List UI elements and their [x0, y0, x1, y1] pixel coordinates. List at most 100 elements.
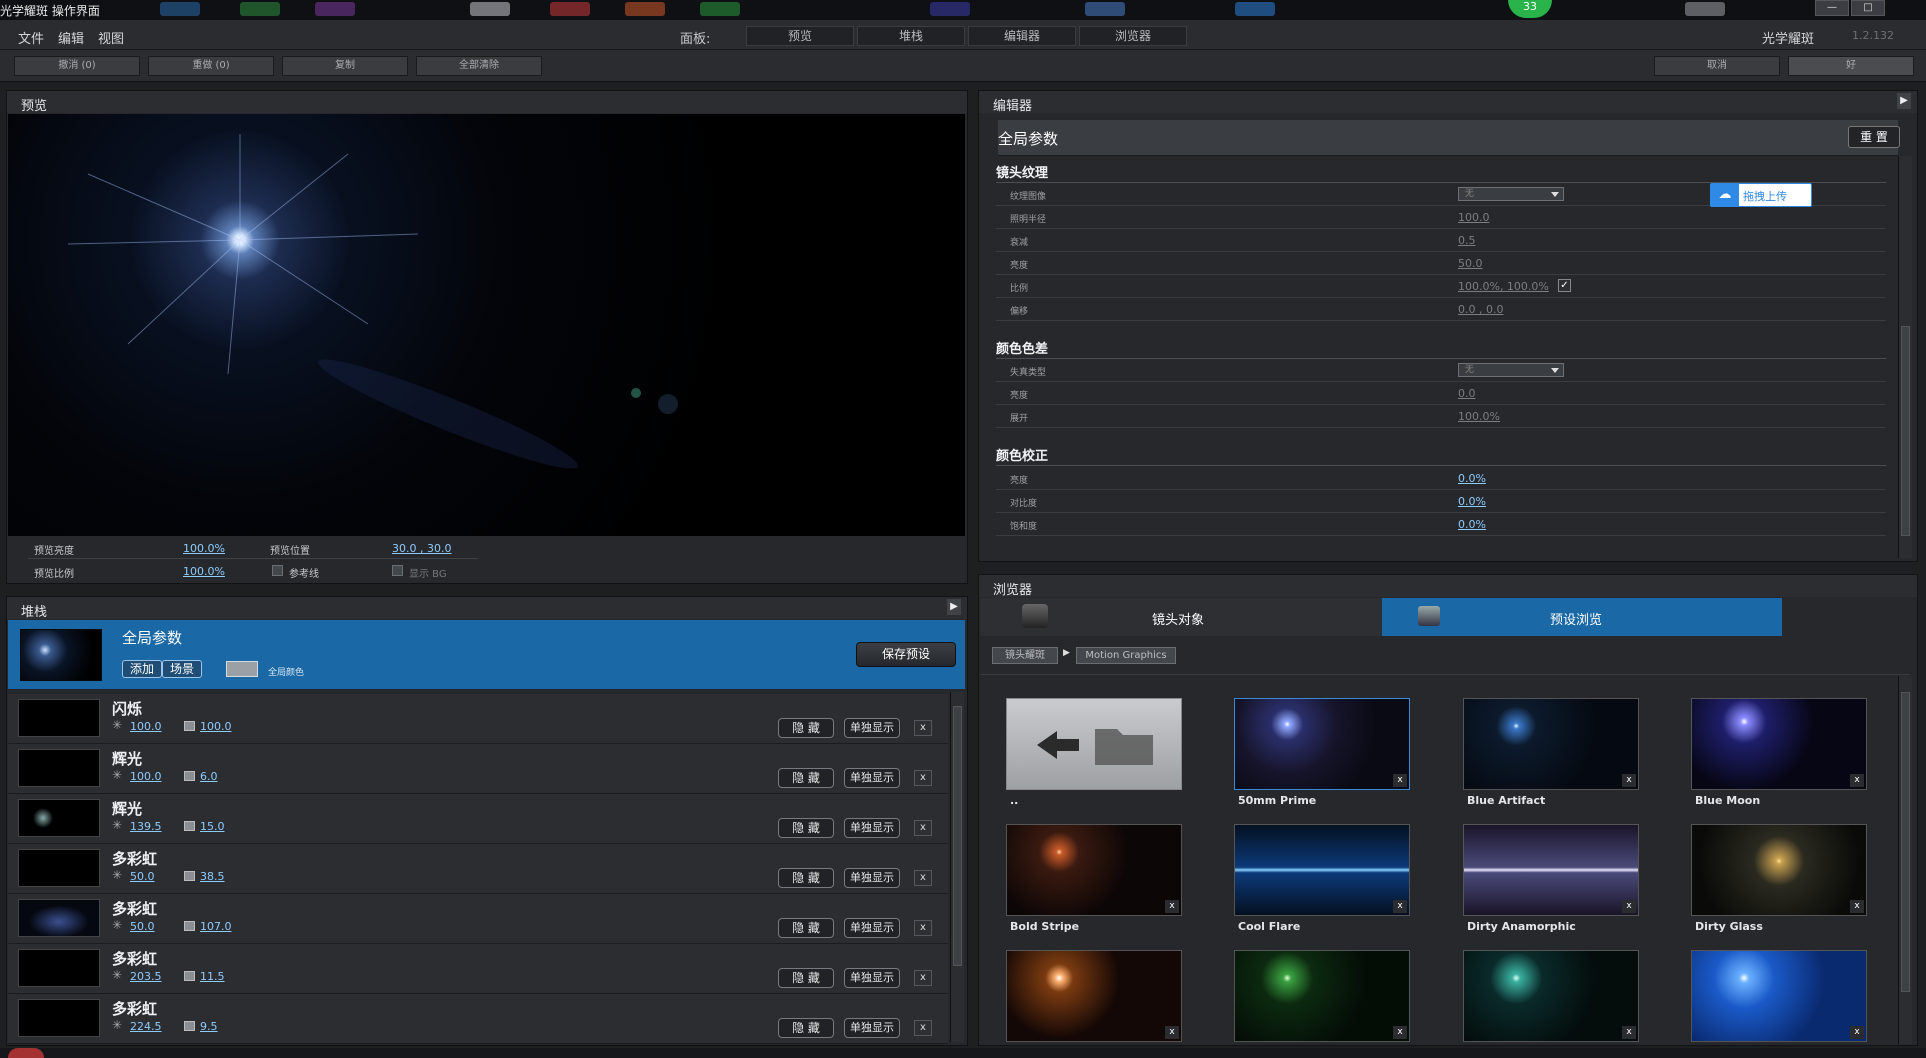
preset-tile[interactable]: x [1234, 824, 1410, 916]
preset-tile[interactable]: x [1691, 824, 1867, 916]
solo-button[interactable]: 单独显示 [844, 718, 900, 738]
stack-row[interactable]: 辉光 ✳ 139.5 15.0 隐 藏 单独显示 x [8, 794, 948, 844]
hide-button[interactable]: 隐 藏 [778, 868, 834, 888]
hide-button[interactable]: 隐 藏 [778, 1018, 834, 1038]
stack-expand-icon[interactable]: ▶ [947, 599, 961, 615]
tile-close-button[interactable]: x [1393, 900, 1407, 913]
editor-scrollbar[interactable] [1898, 156, 1912, 558]
ok-button[interactable]: 好 [1788, 56, 1914, 76]
breadcrumb-current[interactable]: Motion Graphics [1076, 647, 1176, 664]
hide-button[interactable]: 隐 藏 [778, 718, 834, 738]
back-folder-tile[interactable] [1006, 698, 1182, 790]
start-icon[interactable] [8, 1048, 44, 1058]
menu-file[interactable]: 文件 [18, 28, 44, 47]
remove-button[interactable]: x [914, 820, 932, 836]
tab-preset-browser[interactable]: 预设浏览 [1382, 598, 1782, 636]
preset-tile[interactable]: x [1463, 698, 1639, 790]
tab-preview[interactable]: 预览 [746, 26, 854, 46]
stack-row[interactable]: 闪烁 ✳ 100.0 100.0 隐 藏 单独显示 x [8, 694, 948, 744]
notification-badge[interactable]: 33 [1508, 0, 1552, 18]
stack-row[interactable]: 多彩虹 ✳ 50.0 38.5 隐 藏 单独显示 x [8, 844, 948, 894]
stack-row-scale[interactable]: 100.0 [200, 720, 232, 733]
hide-button[interactable]: 隐 藏 [778, 768, 834, 788]
hide-button[interactable]: 隐 藏 [778, 968, 834, 988]
param-select[interactable]: 无 [1458, 363, 1564, 377]
preset-tile[interactable]: x [1463, 824, 1639, 916]
param-value[interactable]: 100.0% [1458, 410, 1500, 423]
maximize-button[interactable]: □ [1851, 0, 1885, 16]
global-color-swatch[interactable] [226, 661, 258, 677]
tile-close-button[interactable]: x [1850, 900, 1864, 913]
stack-row-scale[interactable]: 6.0 [200, 770, 218, 783]
stack-row-brightness[interactable]: 100.0 [130, 720, 162, 733]
save-preset-button[interactable]: 保存预设 [856, 642, 956, 667]
redo-button[interactable]: 重做 (0) [148, 56, 274, 76]
preview-scale-value[interactable]: 100.0% [183, 565, 225, 578]
guides-checkbox[interactable] [272, 565, 283, 576]
stack-row-scale[interactable]: 9.5 [200, 1020, 218, 1033]
show-bg-checkbox[interactable] [392, 565, 403, 576]
stack-row-brightness[interactable]: 100.0 [130, 770, 162, 783]
scene-button[interactable]: 场景 [162, 660, 202, 678]
preset-tile[interactable]: x [1691, 950, 1867, 1042]
tab-stack[interactable]: 堆栈 [857, 26, 965, 46]
editor-expand-icon[interactable]: ▶ [1897, 93, 1911, 109]
tile-close-button[interactable]: x [1622, 774, 1636, 787]
tile-close-button[interactable]: x [1165, 900, 1179, 913]
cancel-button[interactable]: 取消 [1654, 56, 1780, 76]
lock-ratio-checkbox[interactable]: ✓ [1558, 279, 1571, 292]
remove-button[interactable]: x [914, 770, 932, 786]
param-value[interactable]: 100.0 [1458, 211, 1490, 224]
stack-global-row[interactable]: 全局参数 添加 场景 全局颜色 保存预设 [8, 620, 965, 689]
minimize-button[interactable]: — [1815, 0, 1849, 16]
solo-button[interactable]: 单独显示 [844, 968, 900, 988]
stack-row-brightness[interactable]: 139.5 [130, 820, 162, 833]
param-value[interactable]: 0.0 [1458, 387, 1476, 400]
solo-button[interactable]: 单独显示 [844, 1018, 900, 1038]
stack-row-brightness[interactable]: 50.0 [130, 870, 155, 883]
preset-tile[interactable]: x [1234, 698, 1410, 790]
editor-scrollbar-thumb[interactable] [1901, 326, 1910, 536]
solo-button[interactable]: 单独显示 [844, 868, 900, 888]
add-button[interactable]: 添加 [122, 660, 162, 678]
preset-tile[interactable]: x [1463, 950, 1639, 1042]
tab-lens-objects[interactable]: 镜头对象 [980, 598, 1382, 636]
undo-button[interactable]: 撤消 (0) [14, 56, 140, 76]
copy-button[interactable]: 复制 [282, 56, 408, 76]
remove-button[interactable]: x [914, 870, 932, 886]
stack-row[interactable]: 多彩虹 ✳ 50.0 107.0 隐 藏 单独显示 x [8, 894, 948, 944]
stack-scrollbar-thumb[interactable] [953, 706, 962, 966]
tile-close-button[interactable]: x [1393, 1026, 1407, 1039]
preview-canvas[interactable] [8, 114, 965, 536]
tile-close-button[interactable]: x [1850, 774, 1864, 787]
tile-close-button[interactable]: x [1165, 1026, 1179, 1039]
solo-button[interactable]: 单独显示 [844, 918, 900, 938]
remove-button[interactable]: x [914, 720, 932, 736]
preview-brightness-value[interactable]: 100.0% [183, 542, 225, 555]
stack-row[interactable]: 多彩虹 ✳ 203.5 11.5 隐 藏 单独显示 x [8, 944, 948, 994]
browser-scrollbar-thumb[interactable] [1901, 692, 1910, 992]
param-value[interactable]: 50.0 [1458, 257, 1483, 270]
breadcrumb-root[interactable]: 镜头耀斑 [992, 647, 1058, 664]
preset-tile[interactable]: x [1006, 950, 1182, 1042]
clear-all-button[interactable]: 全部清除 [416, 56, 542, 76]
tile-close-button[interactable]: x [1622, 900, 1636, 913]
browser-scrollbar[interactable] [1898, 676, 1912, 1044]
param-value[interactable]: 0.0 , 0.0 [1458, 303, 1503, 316]
stack-row-brightness[interactable]: 224.5 [130, 1020, 162, 1033]
preview-position-value[interactable]: 30.0 , 30.0 [392, 542, 451, 555]
remove-button[interactable]: x [914, 1020, 932, 1036]
param-value[interactable]: 0.0% [1458, 472, 1486, 485]
solo-button[interactable]: 单独显示 [844, 768, 900, 788]
menu-edit[interactable]: 编辑 [58, 28, 84, 47]
hide-button[interactable]: 隐 藏 [778, 818, 834, 838]
solo-button[interactable]: 单独显示 [844, 818, 900, 838]
stack-row-brightness[interactable]: 50.0 [130, 920, 155, 933]
tile-close-button[interactable]: x [1850, 1026, 1864, 1039]
param-select[interactable]: 无 [1458, 187, 1564, 201]
tile-close-button[interactable]: x [1393, 774, 1407, 787]
param-value[interactable]: 100.0%, 100.0% [1458, 280, 1549, 293]
stack-row-scale[interactable]: 107.0 [200, 920, 232, 933]
menu-view[interactable]: 视图 [98, 28, 124, 47]
reset-button[interactable]: 重 置 [1848, 126, 1900, 148]
